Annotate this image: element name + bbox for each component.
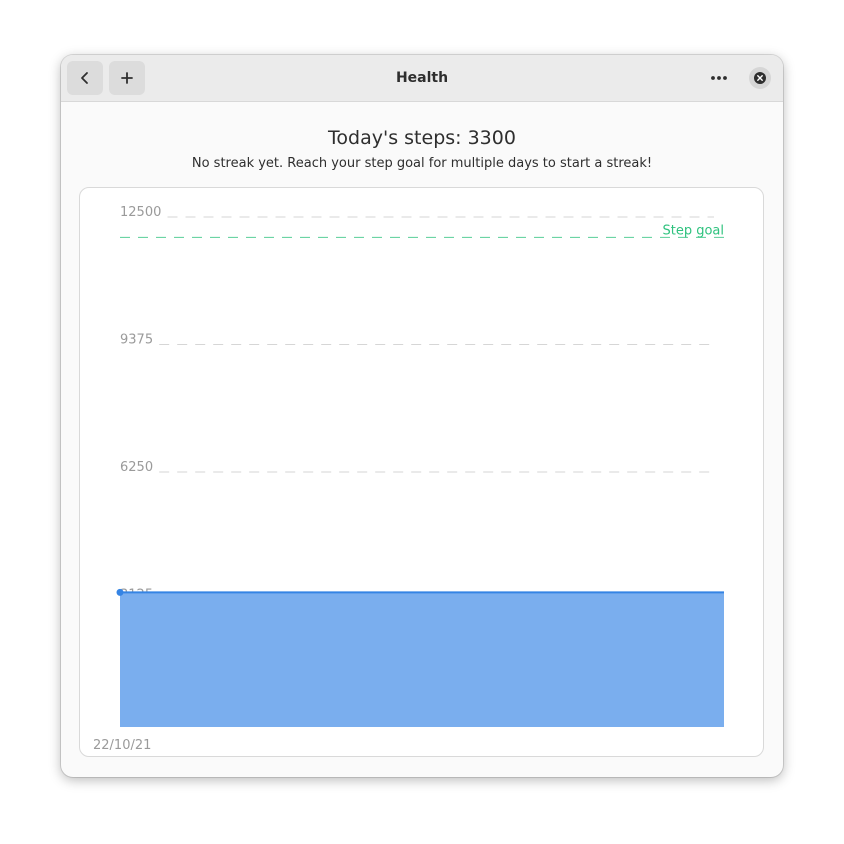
add-button[interactable] bbox=[109, 61, 145, 95]
close-button[interactable] bbox=[742, 61, 778, 95]
streak-message: No streak yet. Reach your step goal for … bbox=[191, 156, 653, 171]
close-x-icon bbox=[754, 72, 766, 84]
chevron-left-icon bbox=[81, 72, 88, 84]
three-dots-icon bbox=[711, 76, 727, 80]
plus-icon bbox=[121, 72, 133, 84]
steps-chart: 31256250937512500Step goal22/10/21 bbox=[93, 205, 724, 753]
y-tick-label: 12500 bbox=[120, 205, 161, 220]
close-button-circle bbox=[749, 67, 771, 89]
step-goal-label: Step goal bbox=[662, 223, 724, 238]
menu-button[interactable] bbox=[701, 61, 737, 95]
steps-area bbox=[120, 592, 724, 727]
window-title: Health bbox=[395, 70, 449, 86]
y-tick-label: 9375 bbox=[120, 333, 153, 348]
today-steps-heading: Today's steps: 3300 bbox=[328, 127, 516, 149]
y-tick-label: 6250 bbox=[120, 460, 153, 475]
header-bar: Health bbox=[61, 55, 783, 102]
steps-data-point bbox=[116, 588, 124, 596]
back-button[interactable] bbox=[67, 61, 103, 95]
app-window: Health Today's steps: 3300 No streak yet… bbox=[61, 55, 783, 777]
steps-chart-card: 31256250937512500Step goal22/10/21 bbox=[79, 187, 764, 757]
x-tick-label: 22/10/21 bbox=[93, 738, 151, 753]
